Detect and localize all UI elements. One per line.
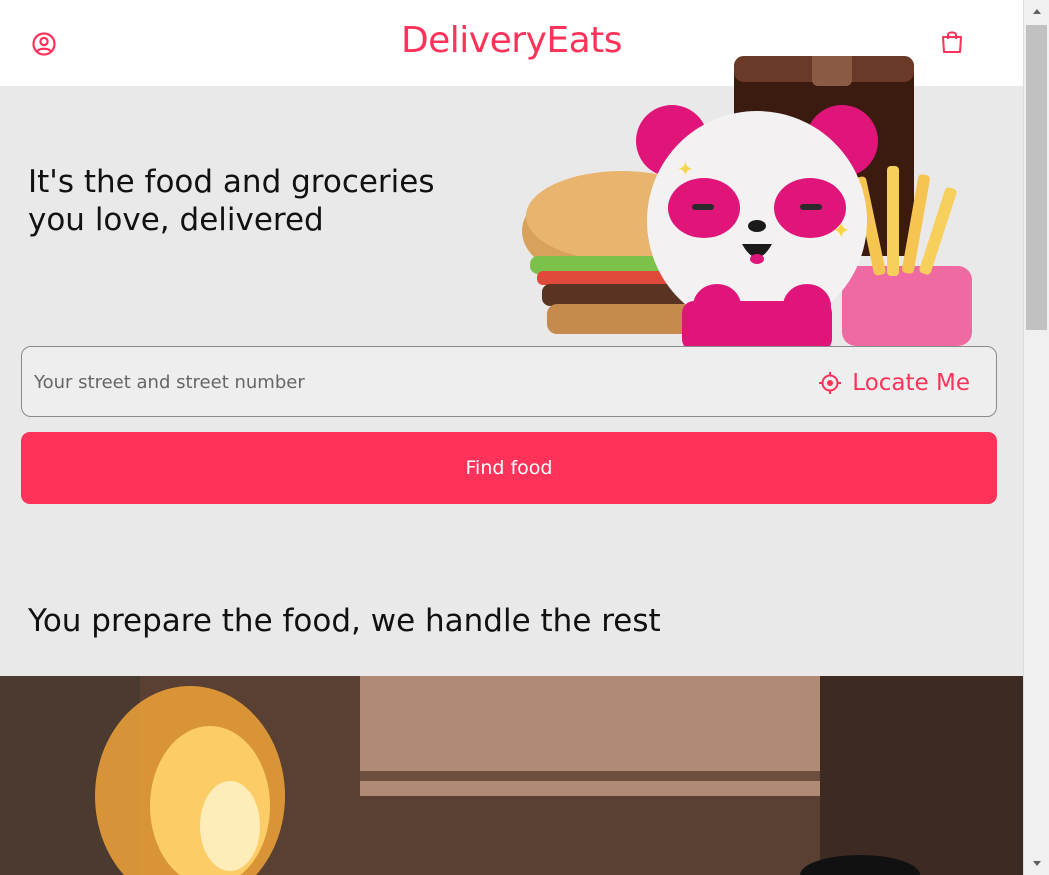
locate-me-button[interactable]: Locate Me (818, 366, 970, 400)
cart-button[interactable] (939, 28, 965, 56)
svg-text:✦: ✦ (832, 219, 850, 244)
arrow-down-icon (1033, 861, 1041, 866)
locate-me-label: Locate Me (852, 370, 970, 396)
kitchen-scene-image (0, 676, 1023, 875)
kitchen-photo (0, 676, 1023, 875)
address-field: Locate Me (21, 346, 997, 417)
hero-title: It's the food and groceries you love, de… (28, 164, 435, 238)
shopping-bag-icon (942, 31, 962, 53)
crosshair-icon (819, 372, 842, 394)
svg-text:✦: ✦ (677, 157, 694, 181)
brand-logo[interactable]: DeliveryEats (0, 20, 1023, 61)
find-food-button[interactable]: Find food (21, 432, 997, 504)
hero-section: It's the food and groceries you love, de… (0, 56, 1023, 676)
address-input[interactable] (34, 367, 774, 397)
scroll-up-button[interactable] (1024, 0, 1049, 22)
arrow-up-icon (1033, 9, 1041, 14)
section-title: You prepare the food, we handle the rest (28, 603, 661, 639)
hero-mascot-illustration: ✦ ✦ (522, 56, 972, 346)
scroll-thumb[interactable] (1026, 25, 1047, 330)
scroll-down-button[interactable] (1024, 853, 1049, 875)
vertical-scrollbar[interactable] (1023, 0, 1049, 875)
